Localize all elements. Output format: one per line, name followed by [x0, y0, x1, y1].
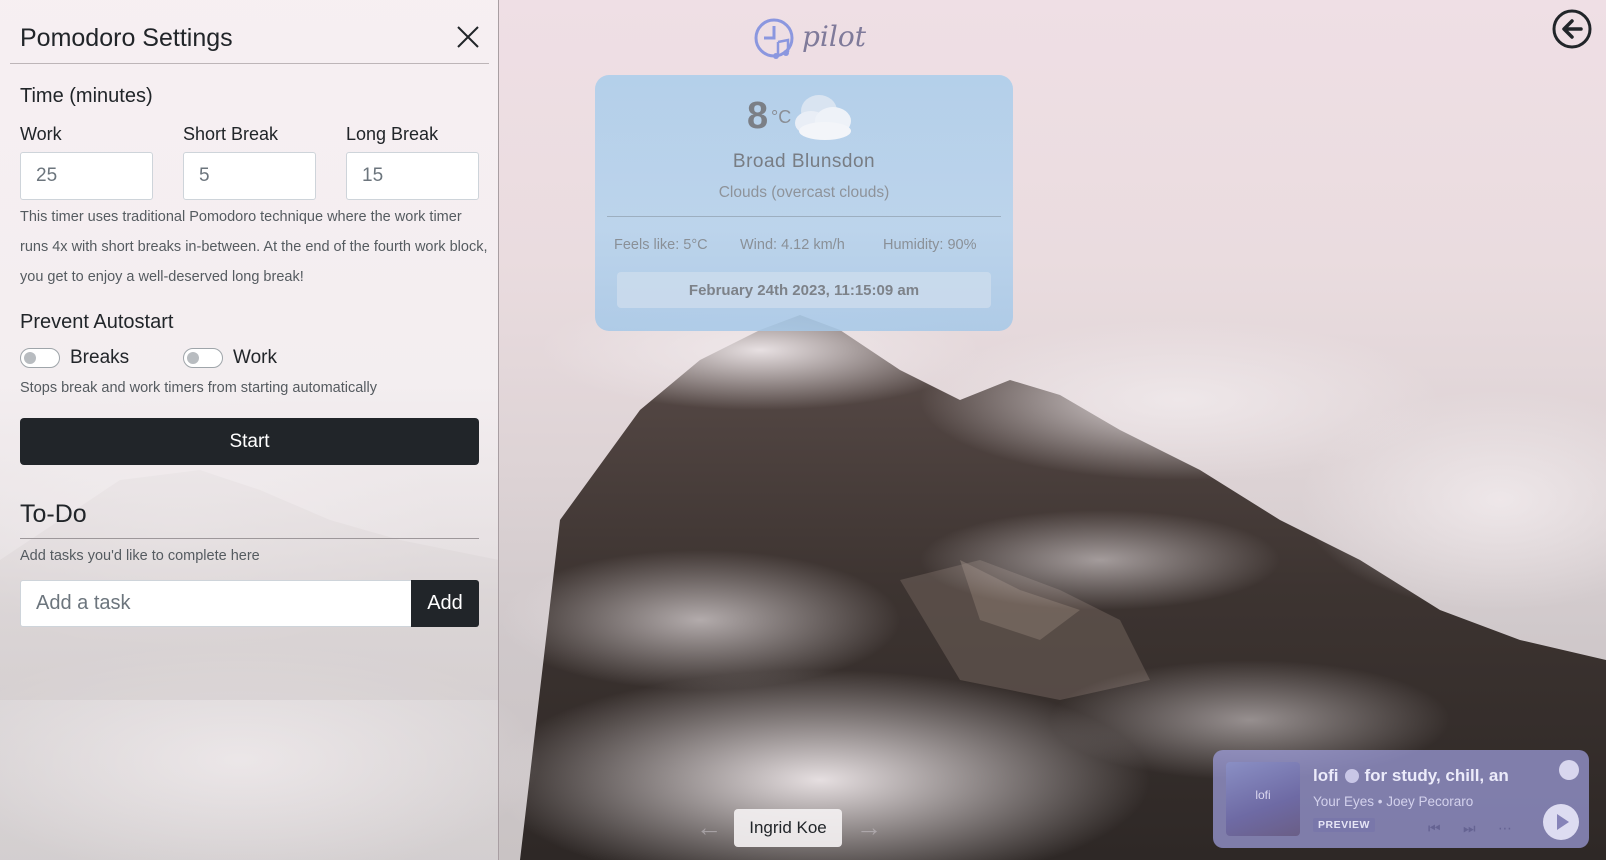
next-track-icon[interactable]: ⏭ — [1463, 820, 1476, 837]
autostart-section-title: Prevent Autostart — [20, 311, 174, 333]
autostart-help: Stops break and work timers from startin… — [20, 380, 377, 396]
app-logo: pilot — [752, 16, 866, 62]
todo-help: Add tasks you'd like to complete here — [20, 548, 260, 564]
spotify-logo-icon — [1559, 760, 1579, 780]
start-button[interactable]: Start — [20, 418, 479, 465]
breaks-toggle-label: Breaks — [70, 347, 130, 368]
long-break-minutes-input[interactable] — [346, 152, 479, 200]
close-icon — [457, 26, 479, 48]
weather-card: 8 °C Broad Blunsdon Clouds (overcast clo… — [595, 75, 1013, 331]
close-button[interactable] — [455, 24, 481, 50]
weather-temperature: 8 — [747, 95, 769, 137]
album-art: lofi — [1226, 762, 1300, 836]
photo-credit[interactable]: Ingrid Koe — [734, 809, 842, 847]
toggle-knob — [24, 352, 36, 364]
preview-badge: PREVIEW — [1313, 818, 1375, 832]
playlist-title-part2: for study, chill, an — [1364, 766, 1509, 785]
play-button[interactable] — [1543, 804, 1579, 840]
play-icon — [1557, 814, 1569, 830]
work-toggle-label: Work — [233, 347, 277, 368]
spotify-player-widget[interactable]: lofi lofi for study, chill, an Your Eyes … — [1213, 750, 1589, 848]
panel-header: Pomodoro Settings — [10, 16, 489, 64]
clock-music-icon — [754, 18, 794, 59]
long-break-label: Long Break — [346, 124, 439, 144]
album-art-label: lofi — [1255, 788, 1271, 802]
track-artist: Your Eyes • Joey Pecoraro — [1313, 794, 1474, 809]
short-break-minutes-input[interactable] — [183, 152, 316, 200]
todo-divider — [20, 538, 479, 539]
back-button[interactable] — [1551, 8, 1593, 50]
weather-wind: Wind: 4.12 km/h — [740, 237, 845, 253]
time-section-title: Time (minutes) — [20, 85, 153, 107]
work-autostart-toggle[interactable] — [183, 348, 223, 368]
toggle-knob — [187, 352, 199, 364]
arrow-left-circle-icon — [1552, 9, 1592, 49]
panel-title: Pomodoro Settings — [20, 24, 233, 52]
breaks-autostart-toggle[interactable] — [20, 348, 60, 368]
add-task-button[interactable]: Add — [411, 580, 479, 627]
explicit-icon — [1344, 769, 1359, 783]
previous-track-icon[interactable]: ⏮ — [1428, 820, 1441, 837]
short-break-label: Short Break — [183, 124, 279, 144]
playlist-title-part1: lofi — [1313, 766, 1339, 785]
pomodoro-settings-panel: Pomodoro Settings Time (minutes) Work Sh… — [0, 0, 499, 860]
weather-city: Broad Blunsdon — [732, 151, 876, 172]
playlist-title: lofi for study, chill, an — [1313, 766, 1509, 786]
next-photo-arrow-icon[interactable]: → — [856, 812, 882, 843]
weather-divider — [607, 216, 1001, 217]
weather-datetime: February 24th 2023, 11:15:09 am — [617, 272, 991, 308]
previous-photo-arrow-icon[interactable]: ← — [696, 812, 722, 843]
weather-description: Clouds (overcast clouds) — [718, 184, 890, 201]
work-label: Work — [20, 124, 62, 144]
cloud-icon — [795, 95, 851, 140]
work-minutes-input[interactable] — [20, 152, 153, 200]
add-task-input[interactable] — [20, 580, 412, 627]
more-options-icon[interactable]: ⋯ — [1498, 820, 1512, 837]
pomodoro-description: This timer uses traditional Pomodoro tec… — [20, 209, 488, 285]
weather-feels-like: Feels like: 5°C — [614, 237, 708, 253]
weather-humidity: Humidity: 90% — [883, 237, 977, 253]
logo-text: pilot — [802, 20, 866, 53]
todo-title: To-Do — [20, 500, 87, 528]
